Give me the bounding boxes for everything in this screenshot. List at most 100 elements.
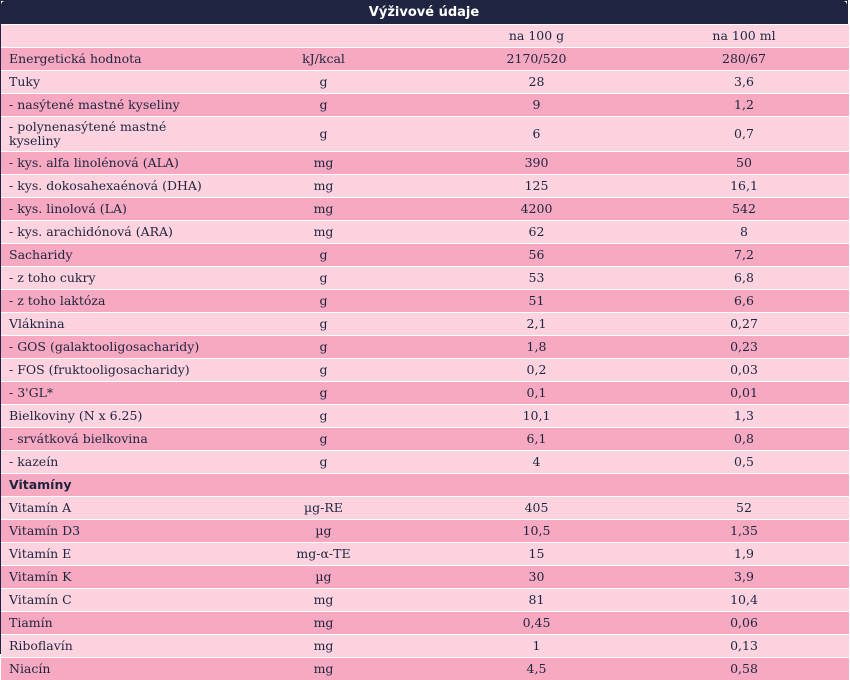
cell-unit: mg bbox=[213, 175, 434, 198]
cell-per-100g: 15 bbox=[434, 543, 639, 566]
cell-per-100g: 390 bbox=[434, 152, 639, 175]
cell-name: Vitamín E bbox=[1, 543, 213, 566]
cell-name: - z toho laktóza bbox=[1, 290, 213, 313]
nutrition-table-panel: Výživové údaje na 100 g na 100 ml Energe… bbox=[0, 0, 848, 654]
cell-unit: g bbox=[213, 267, 434, 290]
cell-unit: g bbox=[213, 451, 434, 474]
cell-per-100g: 9 bbox=[434, 94, 639, 117]
cell-unit: mg-α-TE bbox=[213, 543, 434, 566]
header-cell-per-100ml: na 100 ml bbox=[639, 25, 849, 48]
table-row: - nasýtené mastné kyselinyg91,2 bbox=[1, 94, 849, 117]
cell-per-100g: 6,1 bbox=[434, 428, 639, 451]
cell-per-100g: 0,2 bbox=[434, 359, 639, 382]
table-row: Riboflavínmg10,13 bbox=[1, 635, 849, 658]
table-row: Energetická hodnotakJ/kcal2170/520280/67 bbox=[1, 48, 849, 71]
cell-unit: g bbox=[213, 71, 434, 94]
cell-per-100g: 4 bbox=[434, 451, 639, 474]
cell-unit: g bbox=[213, 336, 434, 359]
cell-per-100ml: 0,5 bbox=[639, 451, 849, 474]
cell-per-100ml: 542 bbox=[639, 198, 849, 221]
cell-name: Riboflavín bbox=[1, 635, 213, 658]
cell-per-100g: 62 bbox=[434, 221, 639, 244]
table-row: - GOS (galaktooligosacharidy)g1,80,23 bbox=[1, 336, 849, 359]
cell-per-100ml: 6,6 bbox=[639, 290, 849, 313]
cell-per-100g: 0,45 bbox=[434, 612, 639, 635]
cell-name: Vitamín A bbox=[1, 497, 213, 520]
cell-per-100g: 81 bbox=[434, 589, 639, 612]
cell-unit: g bbox=[213, 117, 434, 152]
cell-name: Vitamín D3 bbox=[1, 520, 213, 543]
cell-unit: mg bbox=[213, 612, 434, 635]
cell-per-100g: 125 bbox=[434, 175, 639, 198]
nutrition-table: na 100 g na 100 ml Energetická hodnotakJ… bbox=[1, 24, 849, 680]
cell-unit: g bbox=[213, 405, 434, 428]
cell-per-100g: 4,5 bbox=[434, 658, 639, 680]
cell-per-100ml: 280/67 bbox=[639, 48, 849, 71]
cell-per-100ml: 0,58 bbox=[639, 658, 849, 680]
table-row: Tiamínmg0,450,06 bbox=[1, 612, 849, 635]
table-row: Vitamín Kµg303,9 bbox=[1, 566, 849, 589]
table-row: - kys. arachidónová (ARA)mg628 bbox=[1, 221, 849, 244]
cell-unit: g bbox=[213, 382, 434, 405]
cell-name: - z toho cukry bbox=[1, 267, 213, 290]
cell-per-100g: 53 bbox=[434, 267, 639, 290]
cell-per-100ml: 1,3 bbox=[639, 405, 849, 428]
cell-unit: mg bbox=[213, 635, 434, 658]
cell-unit: mg bbox=[213, 221, 434, 244]
cell-name: - kys. alfa linolénová (ALA) bbox=[1, 152, 213, 175]
cell-name: Tuky bbox=[1, 71, 213, 94]
cell-name: Bielkoviny (N x 6.25) bbox=[1, 405, 213, 428]
cell-per-100g: 2170/520 bbox=[434, 48, 639, 71]
table-row: Vitamín Cmg8110,4 bbox=[1, 589, 849, 612]
cell-unit: mg bbox=[213, 198, 434, 221]
table-row: Niacínmg4,50,58 bbox=[1, 658, 849, 680]
cell-unit: g bbox=[213, 428, 434, 451]
cell-name: Energetická hodnota bbox=[1, 48, 213, 71]
cell-per-100ml: 50 bbox=[639, 152, 849, 175]
cell-per-100g: 6 bbox=[434, 117, 639, 152]
table-row: - polynenasýtené mastné kyselinyg60,7 bbox=[1, 117, 849, 152]
cell-per-100g: 405 bbox=[434, 497, 639, 520]
table-row: Vitamín D3µg10,51,35 bbox=[1, 520, 849, 543]
table-row: Bielkoviny (N x 6.25)g10,11,3 bbox=[1, 405, 849, 428]
cell-name: - kazeín bbox=[1, 451, 213, 474]
cell-unit: mg bbox=[213, 589, 434, 612]
table-row: - srvátková bielkovinag6,10,8 bbox=[1, 428, 849, 451]
cell-per-100g: 10,5 bbox=[434, 520, 639, 543]
cell-name: Niacín bbox=[1, 658, 213, 680]
cell-per-100ml: 0,23 bbox=[639, 336, 849, 359]
table-row: - kazeíng40,5 bbox=[1, 451, 849, 474]
cell-name: - kys. arachidónová (ARA) bbox=[1, 221, 213, 244]
cell-name: - GOS (galaktooligosacharidy) bbox=[1, 336, 213, 359]
cell-name: Vitamíny bbox=[1, 474, 213, 497]
table-header-row: na 100 g na 100 ml bbox=[1, 25, 849, 48]
cell-per-100g: 2,1 bbox=[434, 313, 639, 336]
cell-per-100ml: 8 bbox=[639, 221, 849, 244]
cell-per-100g: 1,8 bbox=[434, 336, 639, 359]
cell-name: - FOS (fruktooligosacharidy) bbox=[1, 359, 213, 382]
table-row: - FOS (fruktooligosacharidy)g0,20,03 bbox=[1, 359, 849, 382]
cell-unit: mg bbox=[213, 152, 434, 175]
cell-per-100ml: 10,4 bbox=[639, 589, 849, 612]
cell-unit: g bbox=[213, 290, 434, 313]
cell-per-100ml: 0,06 bbox=[639, 612, 849, 635]
table-row: - kys. dokosahexaénová (DHA)mg12516,1 bbox=[1, 175, 849, 198]
cell-name: Vláknina bbox=[1, 313, 213, 336]
cell-per-100ml: 1,35 bbox=[639, 520, 849, 543]
section-row: Vitamíny bbox=[1, 474, 849, 497]
cell-per-100ml: 3,6 bbox=[639, 71, 849, 94]
cell-per-100ml: 52 bbox=[639, 497, 849, 520]
header-cell-per-100g: na 100 g bbox=[434, 25, 639, 48]
cell-per-100ml: 7,2 bbox=[639, 244, 849, 267]
cell-per-100g: 51 bbox=[434, 290, 639, 313]
cell-per-100ml: 3,9 bbox=[639, 566, 849, 589]
cell-name: - kys. dokosahexaénová (DHA) bbox=[1, 175, 213, 198]
cell-name: - 3'GL* bbox=[1, 382, 213, 405]
cell-per-100ml: 6,8 bbox=[639, 267, 849, 290]
cell-name: Sacharidy bbox=[1, 244, 213, 267]
table-row: Vlákninag2,10,27 bbox=[1, 313, 849, 336]
cell-unit: g bbox=[213, 313, 434, 336]
cell-per-100g: 4200 bbox=[434, 198, 639, 221]
cell-per-100ml: 0,8 bbox=[639, 428, 849, 451]
cell-per-100g: 30 bbox=[434, 566, 639, 589]
